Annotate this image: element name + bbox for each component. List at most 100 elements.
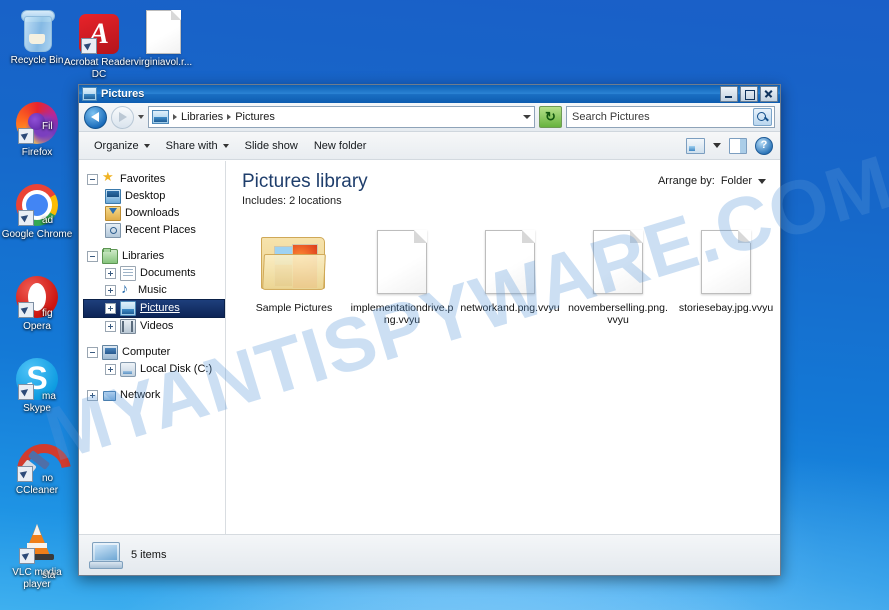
desktop-icon-acrobat-reader[interactable]: A Acrobat Reader DC xyxy=(62,6,136,80)
chevron-down-icon[interactable] xyxy=(758,178,766,184)
desktop-icon-partial[interactable]: ad xyxy=(42,212,76,227)
documents-icon xyxy=(120,266,136,281)
desktop-icon-skype[interactable]: S Skype xyxy=(0,352,74,415)
preview-pane-icon[interactable] xyxy=(729,137,747,154)
new-folder-button[interactable]: New folder xyxy=(306,137,375,155)
desktop-icon-partial[interactable]: Fil xyxy=(42,118,76,133)
recent-pages-dropdown-icon[interactable] xyxy=(138,115,144,119)
sidebar-item-videos[interactable]: Videos xyxy=(85,318,225,335)
blank-file-icon xyxy=(674,226,778,298)
desktop-icon-label: Fil xyxy=(42,121,53,132)
arrange-by-label: Arrange by: xyxy=(657,175,715,187)
expand-icon[interactable] xyxy=(87,390,98,401)
desktop-icon-label: Acrobat Reader DC xyxy=(63,57,135,80)
desktop-icon-opera[interactable]: Opera xyxy=(0,270,74,333)
music-icon xyxy=(120,281,134,297)
sidebar-label: Pictures xyxy=(140,302,180,314)
file-list-pane[interactable]: Pictures library Includes: 2 locations A… xyxy=(226,161,780,534)
library-subtitle: Includes: 2 locations xyxy=(242,195,342,207)
search-box[interactable]: Search Pictures xyxy=(566,106,775,128)
sidebar-label: Local Disk (C:) xyxy=(140,363,213,375)
chevron-down-icon xyxy=(143,143,150,148)
breadcrumb-separator-icon[interactable] xyxy=(227,114,232,120)
desktop-icon-ccleaner[interactable]: CCleaner xyxy=(0,433,82,509)
sidebar-item-pictures[interactable]: Pictures xyxy=(83,299,225,318)
explorer-window[interactable]: Pictures Libraries Pictures ↻ Search Pic… xyxy=(78,84,781,576)
breadcrumb-pictures[interactable]: Pictures xyxy=(235,111,275,123)
toolbar-right-group: ? xyxy=(686,136,773,155)
sidebar-item-desktop[interactable]: Desktop xyxy=(85,188,225,205)
sidebar-label: Recent Places xyxy=(125,224,196,236)
address-bar[interactable]: Libraries Pictures xyxy=(148,106,535,128)
forward-button[interactable] xyxy=(111,105,134,129)
desktop-icon-partial[interactable]: no xyxy=(42,470,76,485)
file-name: storiesebay.jpg.vvyu xyxy=(678,302,774,314)
desktop-icon-virginiavol[interactable]: virginiavol.r... xyxy=(126,6,200,69)
file-item-storiesebay[interactable]: storiesebay.jpg.vvyu xyxy=(672,223,780,329)
organize-button[interactable]: Organize xyxy=(86,137,158,155)
desktop-icon-label: Skype xyxy=(23,403,51,414)
file-item-implementationdrive[interactable]: implementationdrive.png.vvyu xyxy=(348,223,456,329)
change-view-icon[interactable] xyxy=(686,137,705,154)
minimize-button[interactable] xyxy=(720,86,738,102)
sidebar-group-libraries[interactable]: Libraries xyxy=(85,248,225,265)
view-dropdown-icon[interactable] xyxy=(713,143,721,148)
file-item-novemberselling[interactable]: novemberselling.png.vvyu xyxy=(564,223,672,329)
sidebar-label: Desktop xyxy=(125,190,166,202)
navigation-bar: Libraries Pictures ↻ Search Pictures xyxy=(79,103,780,132)
pictures-folder-icon xyxy=(242,226,346,298)
expand-icon[interactable] xyxy=(105,321,116,332)
sidebar-group-computer[interactable]: Computer xyxy=(85,344,225,361)
sidebar-item-music[interactable]: Music xyxy=(85,281,225,299)
slide-show-button[interactable]: Slide show xyxy=(237,137,306,155)
collapse-icon[interactable] xyxy=(87,174,98,185)
status-text: 5 items xyxy=(131,549,167,561)
navigation-pane[interactable]: Favorites Desktop Downloads Recent Place… xyxy=(79,161,226,534)
sidebar-item-documents[interactable]: Documents xyxy=(85,265,225,282)
expand-icon[interactable] xyxy=(105,364,116,375)
refresh-button[interactable]: ↻ xyxy=(539,106,562,128)
collapse-icon[interactable] xyxy=(87,347,98,358)
search-icon[interactable] xyxy=(753,108,772,126)
expand-icon[interactable] xyxy=(105,285,116,296)
search-input[interactable]: Search Pictures xyxy=(572,111,753,123)
sidebar-label: Favorites xyxy=(120,173,166,185)
close-button[interactable] xyxy=(760,86,778,102)
breadcrumb-libraries[interactable]: Libraries xyxy=(181,111,223,123)
share-with-button[interactable]: Share with xyxy=(158,137,237,155)
file-item-sample-pictures[interactable]: Sample Pictures xyxy=(240,223,348,329)
sidebar-item-local-disk[interactable]: Local Disk (C:) xyxy=(85,361,225,378)
arrange-by-value[interactable]: Folder xyxy=(721,175,752,187)
desktop-icon-google-chrome[interactable]: Google Chrome xyxy=(0,178,74,241)
maximize-button[interactable] xyxy=(740,86,758,102)
expand-icon[interactable] xyxy=(105,303,116,314)
sidebar-item-downloads[interactable]: Downloads xyxy=(85,205,225,222)
desktop-icon-label: ma xyxy=(42,391,56,402)
file-item-networkand[interactable]: networkand.png.vvyu xyxy=(456,223,564,329)
help-icon[interactable]: ? xyxy=(755,136,773,155)
file-name: networkand.png.vvyu xyxy=(460,302,560,314)
blank-file-icon xyxy=(566,226,670,298)
sidebar-label: Music xyxy=(138,284,167,296)
pictures-icon xyxy=(120,301,136,316)
videos-icon xyxy=(120,319,136,334)
sidebar-group-network[interactable]: Network xyxy=(85,387,225,404)
computer-icon xyxy=(102,345,118,360)
sidebar-group-favorites[interactable]: Favorites xyxy=(85,170,225,188)
back-button[interactable] xyxy=(84,105,107,129)
sidebar-item-recent-places[interactable]: Recent Places xyxy=(85,222,225,239)
arrange-by-control[interactable]: Arrange by: Folder xyxy=(658,175,766,187)
breadcrumb-separator-icon[interactable] xyxy=(173,114,177,120)
collapse-icon[interactable] xyxy=(87,251,98,262)
desktop-icon-partial[interactable]: fig xyxy=(42,305,76,320)
expand-icon[interactable] xyxy=(105,268,116,279)
desktop-icon-partial[interactable]: sta xyxy=(42,567,82,582)
desktop-icon-label: Google Chrome xyxy=(1,229,73,240)
desktop-icon-label: Opera xyxy=(23,321,51,332)
chevron-down-icon xyxy=(222,143,229,148)
desktop-icon-partial[interactable]: ma xyxy=(42,388,76,403)
window-title-bar[interactable]: Pictures xyxy=(79,85,780,103)
address-dropdown-icon[interactable] xyxy=(523,115,531,119)
